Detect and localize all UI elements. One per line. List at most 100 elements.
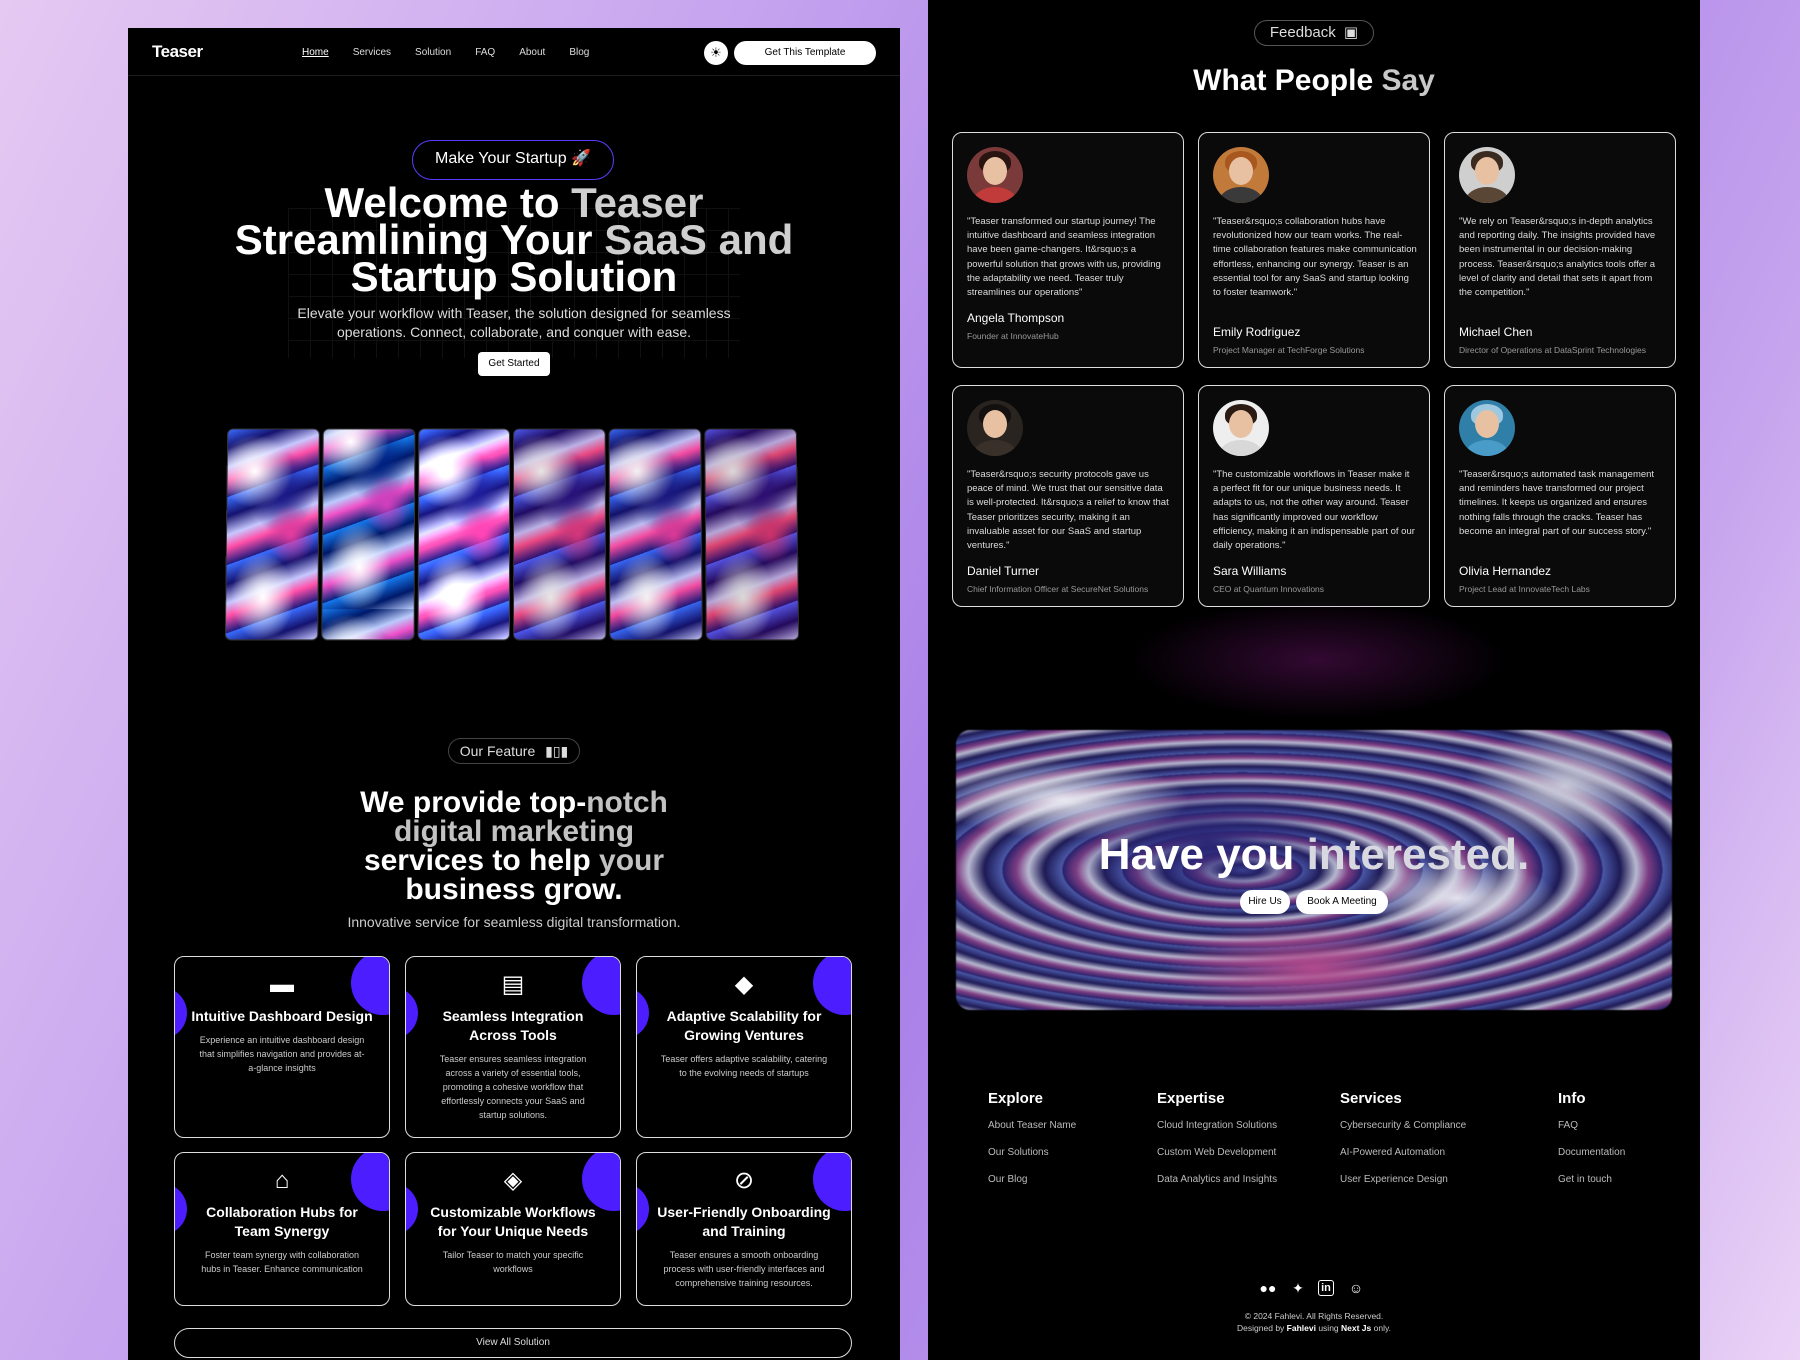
nav-link-blog[interactable]: Blog [569,47,589,58]
avatar [1213,147,1269,203]
avatar-face [983,157,1007,185]
footer-link[interactable]: FAQ [1558,1120,1578,1131]
testimonials-title: What People Say [928,64,1700,98]
footer-link[interactable]: About Teaser Name [988,1120,1076,1131]
avatar-body [1219,187,1263,203]
hero-title: Welcome to Teaser Streamlining Your SaaS… [188,184,840,295]
testimonial-name: Olivia Hernandez [1459,564,1551,578]
sun-icon[interactable]: ☀ [704,41,728,65]
twitter-icon[interactable]: ✦ [1288,1278,1308,1298]
hero-badge: Make Your Startup 🚀 [412,140,614,180]
designed-by-text: only. [1371,1323,1391,1333]
feature-subtitle: Innovative service for seamless digital … [268,914,760,930]
view-all-solution-button[interactable]: View All Solution [174,1328,852,1358]
testimonial-card: "The customizable workflows in Teaser ma… [1198,385,1430,607]
nav-link-faq[interactable]: FAQ [475,47,495,58]
hero-image-strip [609,428,703,640]
linkedin-icon[interactable]: in [1318,1280,1334,1296]
nav-link-solution[interactable]: Solution [415,47,451,58]
feature-card[interactable]: ◆ Adaptive Scalability for Growing Ventu… [636,956,852,1138]
designer-name[interactable]: Fahlevi [1287,1323,1316,1333]
book-meeting-button[interactable]: Book A Meeting [1296,890,1388,914]
testimonial-quote: "Teaser&rsquo;s automated task managemen… [1459,468,1663,539]
avatar-body [1219,440,1263,456]
footer-link[interactable]: Documentation [1558,1147,1625,1158]
footer-heading: Services [1340,1090,1402,1107]
graduation-cap-icon: ◈ [406,1167,620,1195]
testimonials-title-part: What People [1193,64,1381,97]
testimonial-role: Chief Information Officer at SecureNet S… [967,584,1148,594]
testimonials-title-part: Say [1381,64,1434,97]
feature-card[interactable]: ▤ Seamless Integration Across Tools Teas… [405,956,621,1138]
footer-heading: Explore [988,1090,1043,1107]
testimonial-name: Sara Williams [1213,564,1286,578]
feature-card-title: Adaptive Scalability for Growing Venture… [657,1007,831,1045]
footer-link[interactable]: Data Analytics and Insights [1157,1174,1277,1185]
get-started-button[interactable]: Get Started [478,352,550,376]
avatar-body [1465,187,1509,203]
nav-links: Home Services Solution FAQ About Blog [302,47,589,58]
hero-image-strip [704,428,799,640]
avatar-body [973,187,1017,203]
feedback-badge: Feedback ▣ [1254,20,1374,46]
avatar-body [973,440,1017,456]
testimonial-role: Founder at InnovateHub [967,331,1059,341]
feature-card[interactable]: ⊘ User-Friendly Onboarding and Training … [636,1152,852,1306]
feature-card[interactable]: ⌂ Collaboration Hubs for Team Synergy Fo… [174,1152,390,1306]
testimonial-card: "We rely on Teaser&rsquo;s in-depth anal… [1444,132,1676,368]
avatar [967,400,1023,456]
feature-card-title: Collaboration Hubs for Team Synergy [199,1203,365,1241]
medium-icon[interactable]: ●● [1258,1278,1278,1298]
designed-by-text: using [1316,1323,1341,1333]
cta-title-part: Have you [1099,830,1307,879]
document-icon: ▤ [406,971,620,999]
get-template-button[interactable]: Get This Template [734,41,876,65]
testimonial-quote: "Teaser&rsquo;s collaboration hubs have … [1213,215,1417,300]
logo[interactable]: Teaser [152,42,203,62]
hero-image-strips [225,428,799,640]
store-icon: ⌂ [175,1167,389,1195]
avatar-face [983,410,1007,438]
footer-link[interactable]: User Experience Design [1340,1174,1448,1185]
avatar [1213,400,1269,456]
hero-image-strip [225,428,320,640]
cta-title-part: interested. [1307,830,1530,879]
hire-us-button[interactable]: Hire Us [1240,890,1290,914]
footer-link[interactable]: Our Blog [988,1174,1027,1185]
nav-link-services[interactable]: Services [353,47,391,58]
footer-link[interactable]: Our Solutions [988,1147,1049,1158]
footer-link[interactable]: Get in touch [1558,1174,1612,1185]
footer-link[interactable]: AI-Powered Automation [1340,1147,1445,1158]
footer-link[interactable]: Cloud Integration Solutions [1157,1120,1277,1131]
feature-title: We provide top-notch digital marketing s… [314,788,714,904]
footer-link[interactable]: Custom Web Development [1157,1147,1276,1158]
testimonial-quote: "Teaser&rsquo;s security protocols gave … [967,468,1171,553]
discord-icon[interactable]: ☺ [1346,1278,1366,1298]
navbar: Teaser Home Services Solution FAQ About … [128,28,900,76]
feature-card-title: Intuitive Dashboard Design [183,1007,381,1026]
bars-icon: ▮▯▮ [545,743,568,759]
testimonial-name: Daniel Turner [967,564,1039,578]
testimonial-role: Director of Operations at DataSprint Tec… [1459,345,1646,355]
hero-image-strip [417,428,510,640]
feature-card-desc: Teaser ensures seamless integration acro… [428,1052,598,1122]
avatar-face [1229,410,1253,438]
testimonial-name: Emily Rodriguez [1213,325,1300,339]
copyright-text: © 2024 Fahlevi. All Rights Reserved. [928,1310,1700,1322]
feature-card-desc: Teaser offers adaptive scalability, cate… [659,1052,829,1080]
dashboard-icon: ▬ [175,971,389,999]
cta-title: Have you interested. [956,830,1672,880]
landing-page-bottom: Feedback ▣ What People Say "Teaser trans… [928,0,1700,1360]
footer-link[interactable]: Cybersecurity & Compliance [1340,1120,1466,1131]
compass-icon: ⊘ [637,1167,851,1195]
feature-card[interactable]: ◈ Customizable Workflows for Your Unique… [405,1152,621,1306]
nav-link-about[interactable]: About [519,47,545,58]
avatar-face [1475,410,1499,438]
nav-link-home[interactable]: Home [302,47,329,58]
avatar-face [1475,157,1499,185]
testimonial-name: Angela Thompson [967,311,1064,325]
feature-card-desc: Tailor Teaser to match your specific wor… [428,1248,598,1276]
hero-image-strip [321,428,415,640]
avatar [1459,147,1515,203]
feature-card[interactable]: ▬ Intuitive Dashboard Design Experience … [174,956,390,1138]
